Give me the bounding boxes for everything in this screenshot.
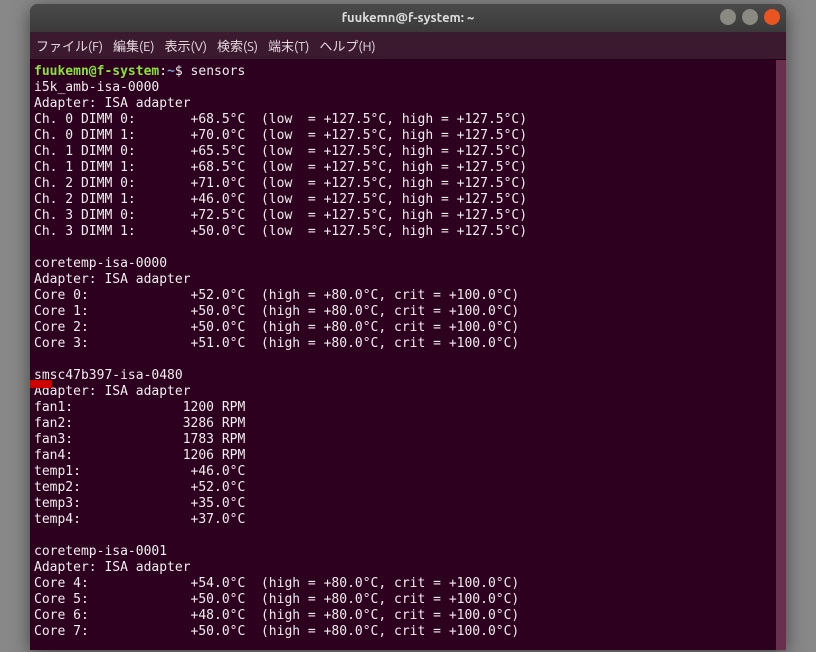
terminal-output: fuukemn@f-system:~$ sensors i5k_amb-isa-… (34, 64, 772, 640)
prompt-userhost: fuukemn@f-system (34, 64, 159, 79)
menu-edit[interactable]: 編集(E) (113, 36, 154, 55)
menu-file[interactable]: ファイル(F) (36, 36, 103, 55)
menu-view[interactable]: 表示(V) (165, 36, 207, 55)
titlebar[interactable]: fuukemn@f-system: ~ (30, 4, 786, 32)
prompt-sep: : (159, 64, 167, 79)
close-button[interactable] (764, 9, 780, 25)
window-title: fuukemn@f-system: ~ (342, 11, 475, 25)
menu-help[interactable]: ヘルプ(H) (319, 36, 375, 55)
terminal-window: fuukemn@f-system: ~ ファイル(F) 編集(E) 表示(V) … (30, 4, 786, 650)
window-controls (720, 9, 780, 25)
maximize-button[interactable] (742, 9, 758, 25)
terminal-body[interactable]: fuukemn@f-system:~$ sensors i5k_amb-isa-… (30, 60, 786, 650)
annotation-mark (30, 380, 52, 388)
prompt-command: sensors (191, 64, 246, 79)
menu-terminal[interactable]: 端末(T) (268, 36, 309, 55)
prompt-path: ~ (167, 64, 175, 79)
prompt-dollar: $ (175, 64, 191, 79)
minimize-button[interactable] (720, 9, 736, 25)
menu-search[interactable]: 検索(S) (217, 36, 258, 55)
menubar: ファイル(F) 編集(E) 表示(V) 検索(S) 端末(T) ヘルプ(H) (30, 32, 786, 60)
